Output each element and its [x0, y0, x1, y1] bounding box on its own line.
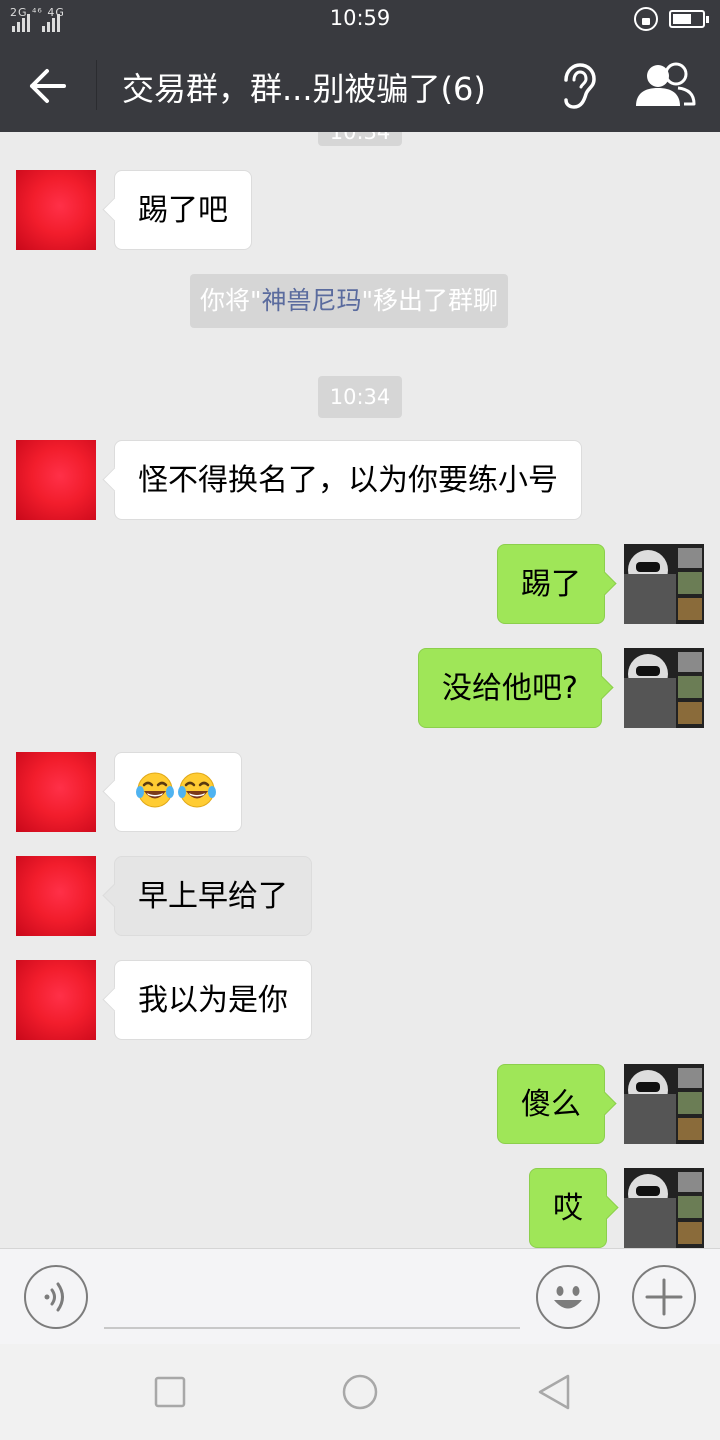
message-input[interactable] [104, 1265, 520, 1329]
clock: 10:59 [329, 6, 391, 30]
emoji-icon [554, 1286, 582, 1309]
my-message-bubble[interactable]: 哎 [529, 1168, 607, 1248]
emoji-button[interactable] [536, 1265, 600, 1329]
battery-icon [669, 10, 709, 28]
earpiece-icon [564, 63, 596, 109]
my-message-bubble[interactable]: 没给他吧? [418, 648, 602, 728]
chat-header: 交易群，群...别被骗了(6) [0, 40, 720, 132]
my-message-bubble[interactable]: 踢了 [497, 544, 605, 624]
nav-back-button[interactable] [530, 1368, 578, 1416]
my-avatar[interactable] [624, 1064, 704, 1144]
recent-apps-button[interactable] [146, 1368, 194, 1416]
voice-button[interactable] [24, 1265, 88, 1329]
recent-apps-icon [154, 1376, 186, 1408]
avatar[interactable] [16, 856, 96, 936]
group-members-button[interactable] [630, 60, 700, 112]
input-bar [0, 1248, 720, 1344]
status-bar: 2G ⁴⁶ 4G 10:59 [0, 0, 720, 40]
chat-area[interactable]: 10:34 踢了吧 你将"神兽尼玛"移出了群聊 10:34 怪不得换名了，以为你… [0, 132, 720, 1248]
back-button[interactable] [20, 62, 76, 110]
group-members-icon [636, 62, 696, 106]
back-icon [538, 1374, 570, 1410]
system-message-prefix: 你将" [200, 286, 262, 315]
system-message-suffix: "移出了群聊 [361, 286, 499, 315]
tears-of-joy-icon [136, 772, 174, 808]
system-nav-bar [0, 1344, 720, 1440]
message-bubble[interactable]: 怪不得换名了，以为你要练小号 [114, 440, 582, 520]
message-bubble[interactable]: 踢了吧 [114, 170, 252, 250]
back-arrow-icon [30, 69, 66, 103]
my-avatar[interactable] [624, 544, 704, 624]
rotation-lock-icon [634, 7, 658, 31]
voice-icon [44, 1282, 64, 1312]
avatar[interactable] [16, 440, 96, 520]
avatar[interactable] [16, 960, 96, 1040]
message-bubble[interactable]: 早上早给了 [114, 856, 312, 936]
my-avatar[interactable] [624, 1168, 704, 1248]
chat-title: 交易群，群...别被骗了(6) [122, 70, 486, 108]
removed-member-name[interactable]: 神兽尼玛 [262, 286, 362, 315]
home-button[interactable] [336, 1368, 384, 1416]
avatar[interactable] [16, 170, 96, 250]
avatar[interactable] [16, 752, 96, 832]
tears-of-joy-icon [178, 772, 216, 808]
emoji-message-bubble[interactable] [114, 752, 242, 832]
timestamp-top: 10:34 [318, 132, 402, 146]
my-avatar[interactable] [624, 648, 704, 728]
system-message: 你将"神兽尼玛"移出了群聊 [190, 274, 509, 328]
home-icon [342, 1374, 378, 1410]
message-bubble[interactable]: 我以为是你 [114, 960, 312, 1040]
timestamp: 10:34 [318, 376, 402, 418]
my-message-bubble[interactable]: 傻么 [497, 1064, 605, 1144]
header-divider [96, 60, 97, 110]
plus-icon [645, 1278, 683, 1316]
earpiece-button[interactable] [548, 60, 604, 112]
more-button[interactable] [632, 1265, 696, 1329]
